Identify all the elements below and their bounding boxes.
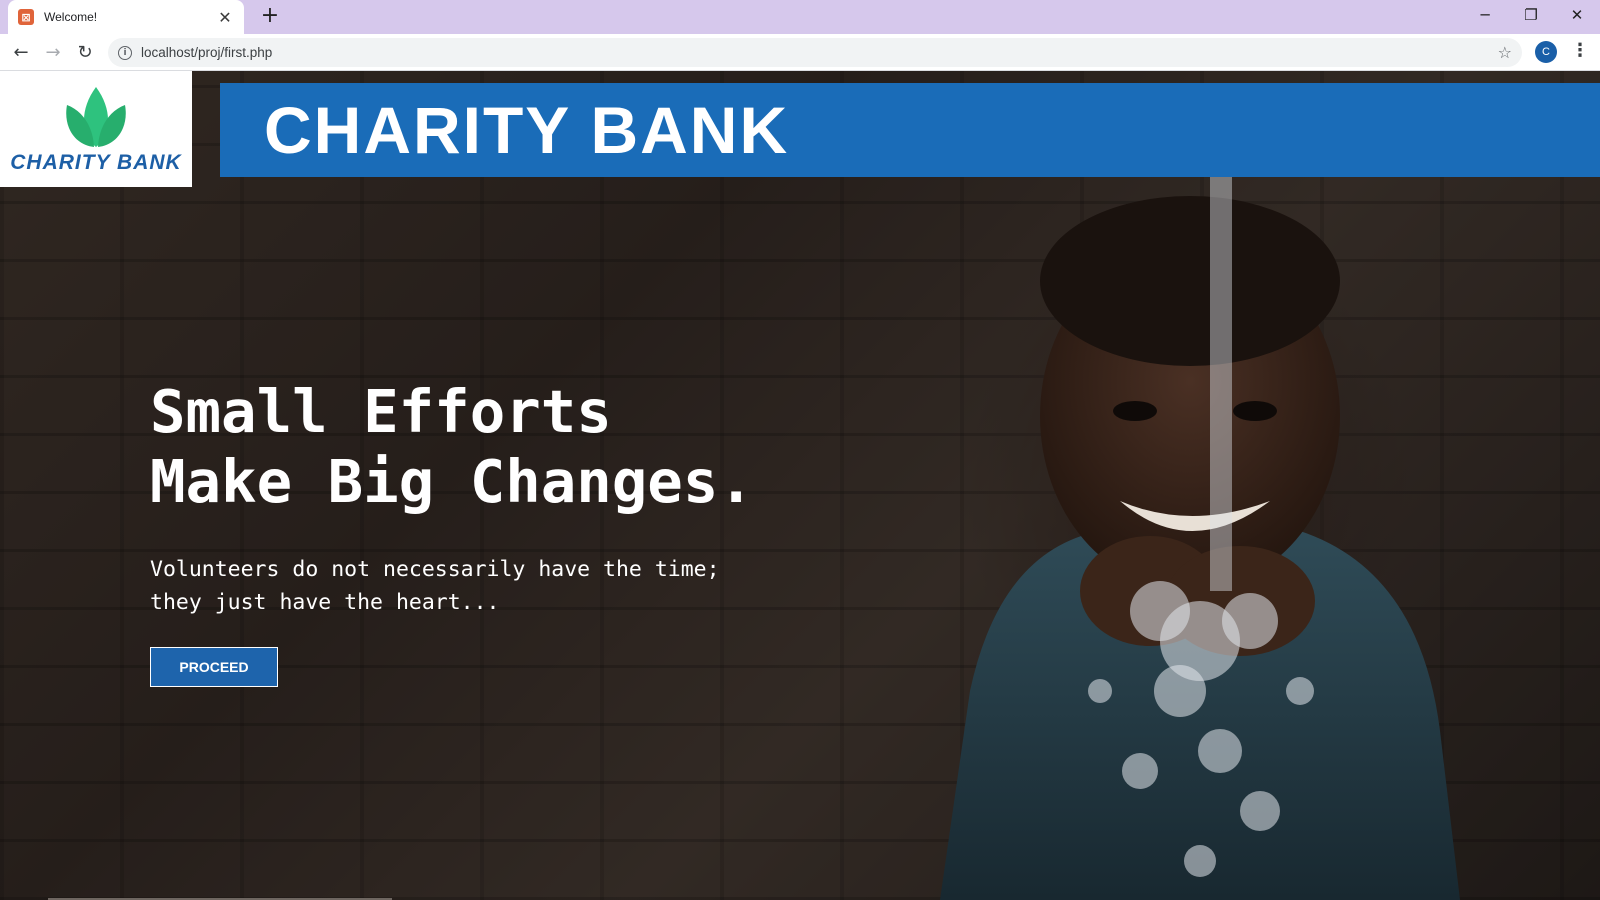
close-icon[interactable]: ✕ xyxy=(1554,0,1600,30)
kebab-menu-icon[interactable]: ⋮ xyxy=(1570,40,1590,64)
hero-subtitle: Volunteers do not necessarily have the t… xyxy=(150,553,754,619)
arrow-left-icon[interactable]: ← xyxy=(8,39,34,65)
logo-text: CHARITY BANK xyxy=(10,151,182,174)
hero-content: Small Efforts Make Big Changes. Voluntee… xyxy=(150,377,754,687)
hero-headline-line1: Small Efforts xyxy=(150,377,612,446)
site-logo[interactable]: CHARITY BANK xyxy=(0,71,192,187)
browser-toolbar: ← → ↻ i localhost/proj/first.php ☆ C ⋮ xyxy=(0,34,1600,71)
browser-tab[interactable]: ⊠ Welcome! ✕ xyxy=(8,0,244,34)
hero-subtitle-line1: Volunteers do not necessarily have the t… xyxy=(150,557,720,582)
hero-headline: Small Efforts Make Big Changes. xyxy=(150,377,754,517)
brand-banner: CHARITY BANK xyxy=(220,83,1600,177)
hero-subtitle-line2: they just have the heart... xyxy=(150,590,500,615)
hero-headline-line2: Make Big Changes. xyxy=(150,447,754,516)
brand-title: CHARITY BANK xyxy=(264,93,790,167)
proceed-button[interactable]: PROCEED xyxy=(150,647,278,687)
star-icon[interactable]: ☆ xyxy=(1498,43,1512,62)
address-bar[interactable]: i localhost/proj/first.php ☆ xyxy=(108,38,1522,67)
arrow-right-icon[interactable]: → xyxy=(40,39,66,65)
hero-child-photo xyxy=(940,171,1460,900)
window-controls: ─ ❐ ✕ xyxy=(1462,0,1600,30)
minimize-icon[interactable]: ─ xyxy=(1462,0,1508,30)
profile-avatar[interactable]: C xyxy=(1535,41,1557,63)
close-tab-icon[interactable]: ✕ xyxy=(216,8,234,27)
xampp-icon: ⊠ xyxy=(18,9,34,25)
page-viewport: CHARITY BANK CHARITY BANK Small Efforts … xyxy=(0,71,1600,900)
restore-icon[interactable]: ❐ xyxy=(1508,0,1554,30)
info-icon[interactable]: i xyxy=(118,45,132,60)
browser-titlebar: ⊠ Welcome! ✕ + ─ ❐ ✕ xyxy=(0,0,1600,34)
plus-icon[interactable]: + xyxy=(258,5,282,29)
reload-icon[interactable]: ↻ xyxy=(72,39,98,65)
url-text[interactable]: localhost/proj/first.php xyxy=(141,45,1498,60)
tab-title: Welcome! xyxy=(44,10,98,24)
leaf-icon xyxy=(66,87,126,147)
